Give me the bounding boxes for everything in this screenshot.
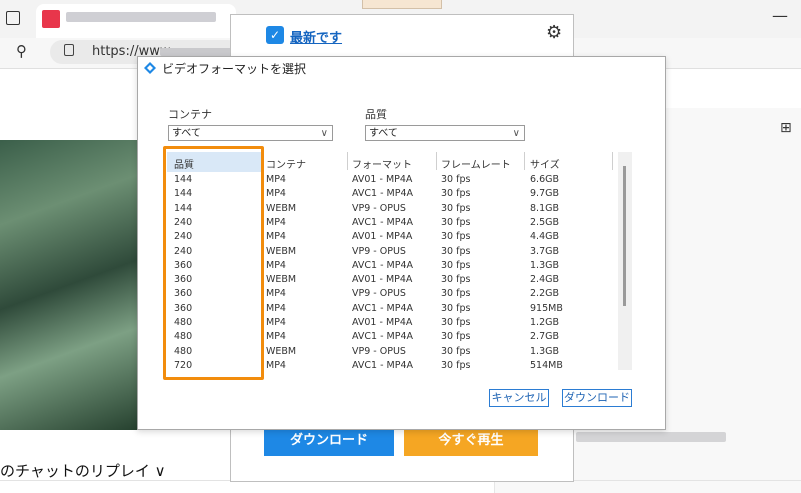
cancel-button[interactable]: キャンセル bbox=[489, 389, 549, 407]
blurred-text bbox=[576, 432, 726, 442]
row-container-cell[interactable]: MP4 bbox=[266, 260, 286, 271]
row-framerate-cell[interactable]: 30 fps bbox=[441, 331, 470, 342]
dialog-download-button[interactable]: ダウンロード bbox=[562, 389, 632, 407]
dialog-title: ビデオフォーマットを選択 bbox=[162, 62, 307, 76]
row-format-cell[interactable]: VP9 - OPUS bbox=[352, 288, 406, 299]
row-size-cell[interactable]: 3.7GB bbox=[530, 246, 559, 257]
row-framerate-cell[interactable]: 30 fps bbox=[441, 360, 470, 371]
chat-replay-toggle[interactable]: のチャットのリプレイ ∨ bbox=[0, 460, 166, 481]
latest-version-link[interactable]: 最新です bbox=[290, 27, 342, 46]
row-container-cell[interactable]: MP4 bbox=[266, 231, 286, 242]
row-format-cell[interactable]: AV01 - MP4A bbox=[352, 274, 412, 285]
container-label: コンテナ bbox=[168, 108, 212, 121]
row-framerate-cell[interactable]: 30 fps bbox=[441, 317, 470, 328]
row-container-cell[interactable]: WEBM bbox=[266, 246, 296, 257]
search-icon[interactable]: ⚲ bbox=[16, 42, 27, 60]
row-format-cell[interactable]: AVC1 - MP4A bbox=[352, 217, 413, 228]
row-format-cell[interactable]: AVC1 - MP4A bbox=[352, 331, 413, 342]
column-divider bbox=[524, 152, 525, 170]
extensions-icon[interactable]: ⊞ bbox=[780, 120, 792, 136]
row-size-cell[interactable]: 1.3GB bbox=[530, 260, 559, 271]
site-favicon-icon bbox=[42, 10, 60, 28]
row-size-cell[interactable]: 6.6GB bbox=[530, 174, 559, 185]
row-framerate-cell[interactable]: 30 fps bbox=[441, 188, 470, 199]
column-header-size[interactable]: サイズ bbox=[530, 156, 560, 171]
row-framerate-cell[interactable]: 30 fps bbox=[441, 203, 470, 214]
row-container-cell[interactable]: MP4 bbox=[266, 188, 286, 199]
row-size-cell[interactable]: 4.4GB bbox=[530, 231, 559, 242]
row-framerate-cell[interactable]: 30 fps bbox=[441, 346, 470, 357]
row-framerate-cell[interactable]: 30 fps bbox=[441, 303, 470, 314]
column-header-container[interactable]: コンテナ bbox=[266, 156, 306, 171]
row-container-cell[interactable]: WEBM bbox=[266, 274, 296, 285]
row-container-cell[interactable]: WEBM bbox=[266, 203, 296, 214]
row-framerate-cell[interactable]: 30 fps bbox=[441, 274, 470, 285]
row-format-cell[interactable]: VP9 - OPUS bbox=[352, 246, 406, 257]
tab-actions-icon[interactable] bbox=[6, 11, 20, 25]
scrollbar-thumb[interactable] bbox=[623, 166, 626, 306]
row-size-cell[interactable]: 1.2GB bbox=[530, 317, 559, 328]
chevron-down-icon: ∨ bbox=[512, 128, 520, 139]
row-framerate-cell[interactable]: 30 fps bbox=[441, 231, 470, 242]
panel-notch bbox=[362, 0, 442, 9]
row-container-cell[interactable]: MP4 bbox=[266, 217, 286, 228]
row-size-cell[interactable]: 9.7GB bbox=[530, 188, 559, 199]
video-thumbnail[interactable] bbox=[0, 140, 137, 430]
column-header-framerate[interactable]: フレームレート bbox=[441, 156, 511, 171]
row-format-cell[interactable]: VP9 - OPUS bbox=[352, 346, 406, 357]
row-framerate-cell[interactable]: 30 fps bbox=[441, 260, 470, 271]
row-container-cell[interactable]: MP4 bbox=[266, 303, 286, 314]
app-logo-icon bbox=[144, 62, 156, 74]
row-container-cell[interactable]: MP4 bbox=[266, 331, 286, 342]
row-container-cell[interactable]: MP4 bbox=[266, 288, 286, 299]
row-format-cell[interactable]: AV01 - MP4A bbox=[352, 231, 412, 242]
row-framerate-cell[interactable]: 30 fps bbox=[441, 246, 470, 257]
gear-icon[interactable]: ⚙ bbox=[546, 22, 562, 43]
column-divider bbox=[347, 152, 348, 170]
row-size-cell[interactable]: 514MB bbox=[530, 360, 563, 371]
row-format-cell[interactable]: AVC1 - MP4A bbox=[352, 188, 413, 199]
tab-title-blurred bbox=[66, 12, 216, 22]
row-container-cell[interactable]: MP4 bbox=[266, 360, 286, 371]
play-now-button[interactable]: 今すぐ再生 bbox=[404, 426, 538, 456]
row-framerate-cell[interactable]: 30 fps bbox=[441, 174, 470, 185]
container-select[interactable]: すべて ∨ bbox=[168, 125, 333, 141]
row-format-cell[interactable]: AV01 - MP4A bbox=[352, 174, 412, 185]
row-size-cell[interactable]: 8.1GB bbox=[530, 203, 559, 214]
quality-column-highlight bbox=[163, 146, 264, 380]
row-format-cell[interactable]: AVC1 - MP4A bbox=[352, 303, 413, 314]
row-size-cell[interactable]: 2.5GB bbox=[530, 217, 559, 228]
row-framerate-cell[interactable]: 30 fps bbox=[441, 217, 470, 228]
window-minimize-icon[interactable]: — bbox=[772, 6, 788, 25]
row-size-cell[interactable]: 915MB bbox=[530, 303, 563, 314]
row-size-cell[interactable]: 1.3GB bbox=[530, 346, 559, 357]
column-header-format[interactable]: フォーマット bbox=[352, 156, 412, 171]
check-update-icon: ✓ bbox=[266, 26, 284, 44]
container-select-value: すべて bbox=[172, 128, 201, 139]
row-size-cell[interactable]: 2.2GB bbox=[530, 288, 559, 299]
row-container-cell[interactable]: MP4 bbox=[266, 174, 286, 185]
row-container-cell[interactable]: WEBM bbox=[266, 346, 296, 357]
row-format-cell[interactable]: AVC1 - MP4A bbox=[352, 260, 413, 271]
row-container-cell[interactable]: MP4 bbox=[266, 317, 286, 328]
chevron-down-icon: ∨ bbox=[320, 128, 328, 139]
url-text-blurred bbox=[160, 48, 232, 56]
column-divider bbox=[612, 152, 613, 170]
quality-label: 品質 bbox=[365, 108, 387, 121]
quality-select[interactable]: すべて ∨ bbox=[365, 125, 525, 141]
row-format-cell[interactable]: AVC1 - MP4A bbox=[352, 360, 413, 371]
row-framerate-cell[interactable]: 30 fps bbox=[441, 288, 470, 299]
lock-icon[interactable] bbox=[64, 44, 74, 56]
column-divider bbox=[436, 152, 437, 170]
row-format-cell[interactable]: AV01 - MP4A bbox=[352, 317, 412, 328]
row-format-cell[interactable]: VP9 - OPUS bbox=[352, 203, 406, 214]
download-button[interactable]: ダウンロード bbox=[264, 426, 394, 456]
row-size-cell[interactable]: 2.7GB bbox=[530, 331, 559, 342]
quality-select-value: すべて bbox=[369, 128, 398, 139]
row-size-cell[interactable]: 2.4GB bbox=[530, 274, 559, 285]
